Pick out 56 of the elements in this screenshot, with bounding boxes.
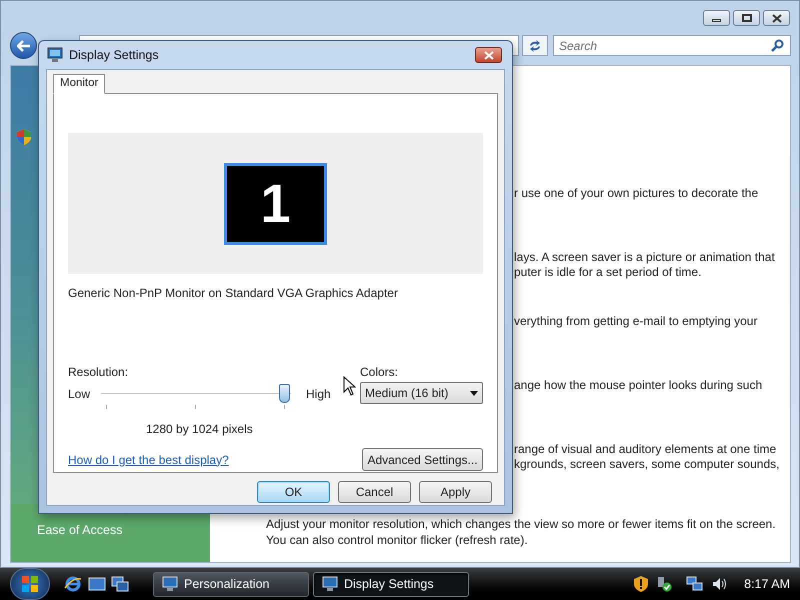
search-icon[interactable] — [771, 39, 784, 52]
text-line: range of visual and auditory elements at one time — [514, 442, 778, 457]
dialog-button[interactable]: OK — [257, 481, 330, 503]
windows-logo-icon — [21, 575, 39, 593]
close-icon — [772, 14, 782, 22]
dialog-title: Display Settings — [69, 46, 159, 64]
slider-thumb[interactable] — [279, 384, 290, 403]
text-line: You can also control monitor flicker (refresh rate). — [266, 532, 529, 548]
text-line: puter is idle for a set period of time. — [514, 265, 702, 280]
speaker-icon[interactable] — [712, 577, 728, 591]
monitor-tile[interactable]: 1 — [224, 162, 327, 244]
start-button[interactable] — [10, 568, 50, 600]
resolution-label: Resolution: — [68, 364, 130, 378]
close-button[interactable] — [475, 47, 502, 63]
clock[interactable]: 8:17 AM — [744, 574, 790, 594]
back-button[interactable] — [10, 32, 37, 59]
resolution-reading: 1280 by 1024 pixels — [146, 421, 254, 438]
close-button[interactable] — [763, 10, 790, 26]
windows-stack-icon[interactable] — [111, 576, 129, 592]
tab[interactable]: Monitor — [53, 74, 106, 94]
refresh-button[interactable] — [522, 35, 548, 56]
monitor-number: 1 — [260, 176, 291, 230]
colors-dropdown[interactable]: Medium (16 bit) — [360, 382, 483, 404]
text-line: ange how the mouse pointer looks during such — [514, 378, 764, 393]
desktop-icon[interactable] — [88, 576, 106, 592]
monitor-description: Generic Non-PnP Monitor on Standard VGA Graphics Adapter — [68, 285, 399, 302]
low-label: Low — [68, 386, 92, 403]
text-line: verything from getting e-mail to emptying your — [514, 314, 758, 329]
dialog-button[interactable]: Cancel — [338, 481, 411, 503]
advanced-settings-button[interactable]: Advanced Settings... — [362, 448, 483, 471]
network-computers-icon[interactable] — [686, 576, 704, 592]
monitor-icon — [322, 576, 338, 592]
security-warning-shield-icon[interactable] — [634, 576, 648, 592]
taskbar-button[interactable]: Display Settings — [313, 572, 469, 596]
text-line: Adjust your monitor resolution, which changes the view so more or fewer items fit on the screen. — [266, 516, 776, 532]
taskbar-button[interactable]: Personalization — [153, 572, 309, 596]
close-icon — [484, 50, 494, 60]
minimize-button[interactable] — [703, 10, 730, 26]
dropdown-arrow-icon — [470, 390, 478, 396]
browser-e-icon[interactable] — [64, 575, 82, 593]
search-field[interactable]: Search — [553, 35, 791, 56]
high-label: High — [306, 386, 331, 403]
help-link[interactable]: How do I get the best display? — [68, 450, 229, 468]
text-line: r use one of your own pictures to decorate the — [514, 186, 760, 201]
text-line: lays. A screen saver is a picture or animation that — [514, 250, 776, 265]
monitor-icon — [47, 47, 63, 63]
mouse-cursor-icon — [343, 376, 356, 396]
shield-icon — [17, 129, 31, 145]
network-check-icon[interactable] — [656, 576, 672, 592]
back-arrow-icon — [16, 40, 30, 52]
maximize-button[interactable] — [733, 10, 760, 26]
colors-label: Colors: — [360, 364, 400, 378]
dialog-button[interactable]: Apply — [419, 481, 492, 503]
text-line: kgrounds, screen savers, some computer sounds, — [514, 457, 780, 472]
monitor-icon — [162, 576, 178, 592]
refresh-arrows-icon — [528, 40, 542, 52]
